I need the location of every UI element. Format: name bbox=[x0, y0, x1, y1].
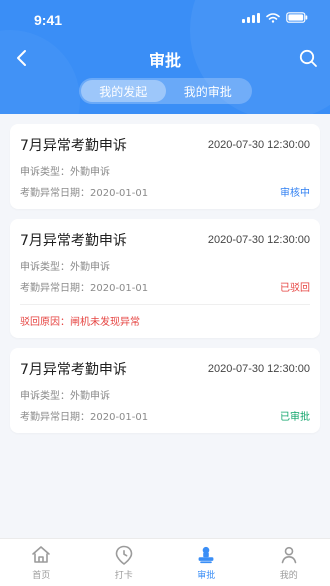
appeal-type: 申诉类型：外勤申诉 bbox=[20, 262, 110, 273]
tab-label: 我的发起 bbox=[99, 84, 148, 99]
card-title: 7月异常考勤申诉 bbox=[20, 233, 127, 249]
home-icon bbox=[30, 544, 52, 566]
approval-card[interactable]: 7月异常考勤申诉 2020-07-30 12:30:00 申诉类型：外勤申诉 考… bbox=[10, 348, 320, 433]
reject-reason: 驳回原因：闸机未发现异常 bbox=[20, 317, 140, 328]
card-header-row: 7月异常考勤申诉 2020-07-30 12:30:00 bbox=[20, 359, 310, 379]
card-header-row: 7月异常考勤申诉 2020-07-30 12:30:00 bbox=[20, 135, 310, 155]
header: 9:41 审批 我的发起 我的审批 bbox=[0, 0, 330, 114]
card-body: 7月异常考勤申诉 2020-07-30 12:30:00 申诉类型：外勤申诉 考… bbox=[10, 348, 320, 433]
card-datetime: 2020-07-30 12:30:00 bbox=[207, 139, 310, 151]
tab-label: 审批 bbox=[197, 571, 216, 581]
tab-label: 我的审批 bbox=[183, 84, 232, 99]
status-badge: 已驳回 bbox=[280, 283, 310, 294]
bottom-nav: 首页 打卡 审批 我的 bbox=[0, 538, 330, 586]
tab-my-initiated[interactable]: 我的发起 bbox=[81, 80, 166, 102]
approval-list: 7月异常考勤申诉 2020-07-30 12:30:00 申诉类型：外勤申诉 考… bbox=[0, 114, 330, 540]
wifi-icon bbox=[266, 12, 280, 23]
card-body: 7月异常考勤申诉 2020-07-30 12:30:00 申诉类型：外勤申诉 考… bbox=[10, 219, 320, 304]
tab-my-approvals[interactable]: 我的审批 bbox=[166, 80, 251, 102]
tab-profile[interactable]: 我的 bbox=[248, 539, 330, 586]
stamp-icon bbox=[195, 544, 217, 566]
attendance-date: 考勤异常日期：2020-01-01 bbox=[20, 188, 149, 199]
tab-label: 首页 bbox=[32, 571, 51, 581]
tab-label: 打卡 bbox=[114, 571, 133, 581]
status-bar: 9:41 bbox=[0, 0, 330, 40]
user-icon bbox=[278, 544, 300, 566]
card-title: 7月异常考勤申诉 bbox=[20, 362, 127, 378]
card-footer-row: 考勤异常日期：2020-01-01 审核中 bbox=[20, 184, 310, 199]
attendance-date: 考勤异常日期：2020-01-01 bbox=[20, 412, 149, 423]
tab-clock-in[interactable]: 打卡 bbox=[83, 539, 166, 586]
card-datetime: 2020-07-30 12:30:00 bbox=[207, 234, 310, 246]
appeal-type: 申诉类型：外勤申诉 bbox=[20, 167, 110, 178]
card-title: 7月异常考勤申诉 bbox=[20, 138, 127, 154]
attendance-date: 考勤异常日期：2020-01-01 bbox=[20, 283, 149, 294]
back-button[interactable] bbox=[10, 46, 34, 70]
card-datetime: 2020-07-30 12:30:00 bbox=[207, 363, 310, 375]
chevron-left-icon bbox=[10, 50, 34, 74]
clock-pin-icon bbox=[113, 544, 135, 566]
status-badge: 已审批 bbox=[280, 412, 310, 423]
search-icon bbox=[296, 49, 320, 74]
status-time: 9:41 bbox=[34, 12, 63, 28]
card-footer-row: 考勤异常日期：2020-01-01 已驳回 bbox=[20, 279, 310, 294]
appeal-type: 申诉类型：外勤申诉 bbox=[20, 391, 110, 402]
tab-home[interactable]: 首页 bbox=[0, 539, 83, 586]
tab-approval[interactable]: 审批 bbox=[165, 539, 248, 586]
page-title: 审批 bbox=[148, 51, 181, 70]
card-header-row: 7月异常考勤申诉 2020-07-30 12:30:00 bbox=[20, 230, 310, 250]
status-icons bbox=[242, 12, 308, 23]
approval-card[interactable]: 7月异常考勤申诉 2020-07-30 12:30:00 申诉类型：外勤申诉 考… bbox=[10, 124, 320, 209]
battery-icon bbox=[286, 12, 308, 23]
card-body: 7月异常考勤申诉 2020-07-30 12:30:00 申诉类型：外勤申诉 考… bbox=[10, 124, 320, 209]
segmented-control: 我的发起 我的审批 bbox=[79, 78, 252, 104]
navbar: 审批 bbox=[0, 40, 330, 76]
search-button[interactable] bbox=[296, 46, 320, 70]
card-footer-row: 考勤异常日期：2020-01-01 已审批 bbox=[20, 408, 310, 423]
status-badge: 审核中 bbox=[280, 188, 310, 199]
tab-label: 我的 bbox=[279, 571, 298, 581]
approval-card[interactable]: 7月异常考勤申诉 2020-07-30 12:30:00 申诉类型：外勤申诉 考… bbox=[10, 219, 320, 338]
signal-icon bbox=[242, 12, 260, 23]
